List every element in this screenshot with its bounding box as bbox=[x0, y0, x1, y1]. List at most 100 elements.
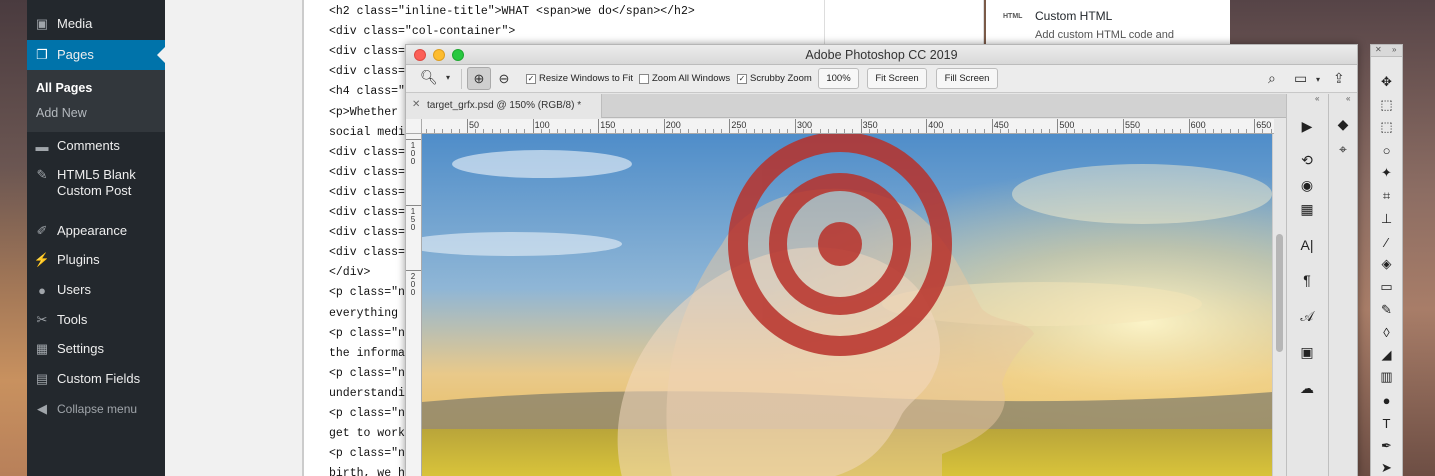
ruler-minor-tick bbox=[877, 129, 878, 133]
layers-icon[interactable]: ◆ bbox=[1330, 113, 1356, 135]
color-palette-icon[interactable]: ◉ bbox=[1294, 174, 1320, 196]
scrubby-zoom-checkbox[interactable]: ✓ Scrubby Zoom bbox=[737, 73, 812, 84]
ruler-minor-tick bbox=[1008, 129, 1010, 133]
paragraph-icon[interactable]: ¶ bbox=[1294, 269, 1320, 291]
brush-tool-icon[interactable]: ✎ bbox=[1374, 300, 1399, 320]
ruler-minor-tick bbox=[1246, 129, 1247, 133]
collapse-panels-icon[interactable]: « bbox=[1315, 94, 1319, 103]
artboard-tool-icon[interactable]: ⬚ bbox=[1374, 95, 1399, 115]
resize-windows-checkbox[interactable]: ✓ Resize Windows to Fit bbox=[526, 73, 633, 84]
menu-html5-label-2: Custom Post bbox=[57, 183, 132, 198]
wp-content-gutter bbox=[165, 0, 303, 476]
scrollbar-thumb[interactable] bbox=[1276, 234, 1283, 352]
properties-icon[interactable]: ▣ bbox=[1294, 341, 1320, 363]
code-line: <div class= bbox=[329, 165, 405, 179]
ruler-minor-tick bbox=[704, 129, 706, 133]
options-bar: 🔍︎ ▾ ⊕ ⊖ ✓ Resize Windows to Fit Zoom Al… bbox=[406, 65, 1357, 93]
menu-html5-custom-post[interactable]: ✎ HTML5 Blank Custom Post bbox=[27, 167, 165, 199]
workspace-icon[interactable]: ▭ bbox=[1294, 70, 1307, 87]
title-bar[interactable]: Adobe Photoshop CC 2019 bbox=[406, 45, 1357, 65]
play-action-icon[interactable]: ▶ bbox=[1294, 115, 1320, 137]
menu-comments[interactable]: ▬ Comments bbox=[27, 138, 165, 154]
swatches-grid-icon[interactable]: ▦ bbox=[1294, 198, 1320, 220]
ruler-minor-tick bbox=[565, 129, 567, 133]
close-tab-icon[interactable]: ✕ bbox=[412, 99, 420, 110]
menu-appearance[interactable]: ✐ Appearance bbox=[27, 223, 165, 239]
gradient-tool-icon[interactable]: ▥ bbox=[1374, 367, 1399, 387]
blur-tool-icon[interactable]: ◊ bbox=[1374, 322, 1399, 342]
resize-windows-check[interactable]: ✓ bbox=[526, 73, 536, 84]
ruler-minor-tick bbox=[1049, 129, 1051, 133]
move-tool-icon[interactable]: ✥ bbox=[1374, 72, 1399, 92]
menu-media-label: Media bbox=[57, 16, 93, 31]
character-icon[interactable]: A| bbox=[1294, 234, 1320, 256]
ruler-minor-tick bbox=[721, 129, 723, 133]
ruler-minor-tick bbox=[942, 129, 944, 133]
history-icon[interactable]: ⟲ bbox=[1294, 149, 1320, 171]
paint-bucket-tool-icon[interactable]: ◈ bbox=[1374, 254, 1399, 274]
menu-users[interactable]: ● Users bbox=[27, 282, 165, 298]
search-icon[interactable]: ⌕ bbox=[1268, 70, 1276, 87]
custom-html-widget-title[interactable]: Custom HTML bbox=[1035, 9, 1112, 23]
menu-tools[interactable]: ✂ Tools bbox=[27, 312, 165, 328]
ruler-minor-tick bbox=[672, 129, 673, 133]
ruler-minor-tick bbox=[934, 129, 936, 133]
share-icon[interactable]: ⇪ bbox=[1333, 70, 1345, 87]
zoom-in-button[interactable]: ⊕ bbox=[467, 67, 491, 90]
crop-tool-icon[interactable]: ⌗ bbox=[1374, 186, 1399, 206]
zoom-100-button[interactable]: 100% bbox=[818, 68, 859, 89]
submenu-all-pages[interactable]: All Pages bbox=[27, 80, 92, 96]
code-line: <div class= bbox=[329, 65, 405, 79]
ruler-minor-tick bbox=[1032, 129, 1034, 133]
ruler-minor-tick bbox=[475, 129, 477, 133]
horizontal-ruler[interactable]: 50 100 150 200 250 300 350 400 450 500 550 600 650 bbox=[422, 119, 1274, 134]
scrubby-zoom-check[interactable]: ✓ bbox=[737, 73, 747, 84]
zoom-all-windows-check[interactable] bbox=[639, 73, 649, 84]
comments-icon: ▬ bbox=[35, 138, 49, 154]
menu-media[interactable]: ▣ Media bbox=[27, 16, 165, 32]
workspace-chevron-icon[interactable]: ▾ bbox=[1316, 75, 1320, 84]
fill-screen-button[interactable]: Fill Screen bbox=[936, 68, 998, 89]
marquee-tool-icon[interactable]: ⬚ bbox=[1374, 117, 1399, 137]
document-tab[interactable]: ✕ target_grfx.psd @ 150% (RGB/8) * bbox=[406, 94, 602, 118]
stamp-tool-icon[interactable]: ⊥ bbox=[1374, 209, 1399, 229]
ruler-minor-tick bbox=[647, 129, 649, 133]
submenu-add-new[interactable]: Add New bbox=[27, 105, 87, 121]
menu-pages[interactable]: ❐ Pages bbox=[27, 40, 165, 70]
ruler-minor-tick bbox=[434, 129, 436, 133]
photoshop-window: Adobe Photoshop CC 2019 🔍︎ ▾ ⊕ ⊖ ✓ Resiz… bbox=[405, 44, 1358, 476]
menu-custom-fields[interactable]: ▤ Custom Fields bbox=[27, 371, 165, 387]
paths-icon[interactable]: ⌖ bbox=[1330, 138, 1356, 160]
menu-settings[interactable]: ▦ Settings bbox=[27, 341, 165, 357]
expand-tools-icon[interactable]: » bbox=[1392, 45, 1396, 54]
eyedropper-tool-icon[interactable]: ⁄ bbox=[1374, 232, 1399, 252]
dodge-tool-icon[interactable]: ● bbox=[1374, 390, 1399, 410]
code-line: <div class= bbox=[329, 206, 405, 219]
fit-screen-button[interactable]: Fit Screen bbox=[867, 68, 927, 89]
vertical-ruler[interactable]: 100 150 200 bbox=[406, 134, 422, 476]
ruler-origin[interactable] bbox=[406, 119, 422, 134]
path-select-tool-icon[interactable]: ➤ bbox=[1374, 458, 1399, 476]
libraries-icon[interactable]: ☁ bbox=[1294, 377, 1320, 399]
tool-preset-chevron-icon[interactable]: ▾ bbox=[446, 73, 450, 82]
tools-panel-header[interactable]: ✕ » bbox=[1371, 45, 1402, 57]
ruler-minor-tick bbox=[1114, 129, 1116, 133]
pen-tool-icon[interactable]: ✒ bbox=[1374, 436, 1399, 456]
canvas-vertical-scrollbar[interactable] bbox=[1272, 134, 1286, 476]
zoom-all-windows-checkbox[interactable]: Zoom All Windows bbox=[639, 73, 730, 84]
collapse-layers-icon[interactable]: « bbox=[1346, 94, 1350, 103]
menu-html5-label-1: HTML5 Blank bbox=[57, 167, 136, 182]
lasso-tool-icon[interactable]: ○ bbox=[1374, 140, 1399, 160]
zoom-out-button[interactable]: ⊖ bbox=[492, 67, 516, 90]
close-tools-icon[interactable]: ✕ bbox=[1375, 45, 1382, 54]
collapse-menu-button[interactable]: ◀ Collapse menu bbox=[27, 401, 165, 417]
zoom-tool-icon[interactable]: 🔍︎ bbox=[420, 69, 438, 86]
quick-select-tool-icon[interactable]: ✦ bbox=[1374, 163, 1399, 183]
type-tool-icon[interactable]: T bbox=[1374, 413, 1399, 433]
menu-plugins[interactable]: ⚡ Plugins bbox=[27, 252, 165, 268]
document-canvas[interactable] bbox=[422, 134, 1272, 476]
ruler-label: 100 bbox=[410, 141, 416, 166]
eraser-tool-icon[interactable]: ◢ bbox=[1374, 345, 1399, 365]
ruler-tool-icon[interactable]: ▭ bbox=[1374, 277, 1399, 297]
glyphs-icon[interactable]: 𝒜 bbox=[1294, 305, 1320, 327]
